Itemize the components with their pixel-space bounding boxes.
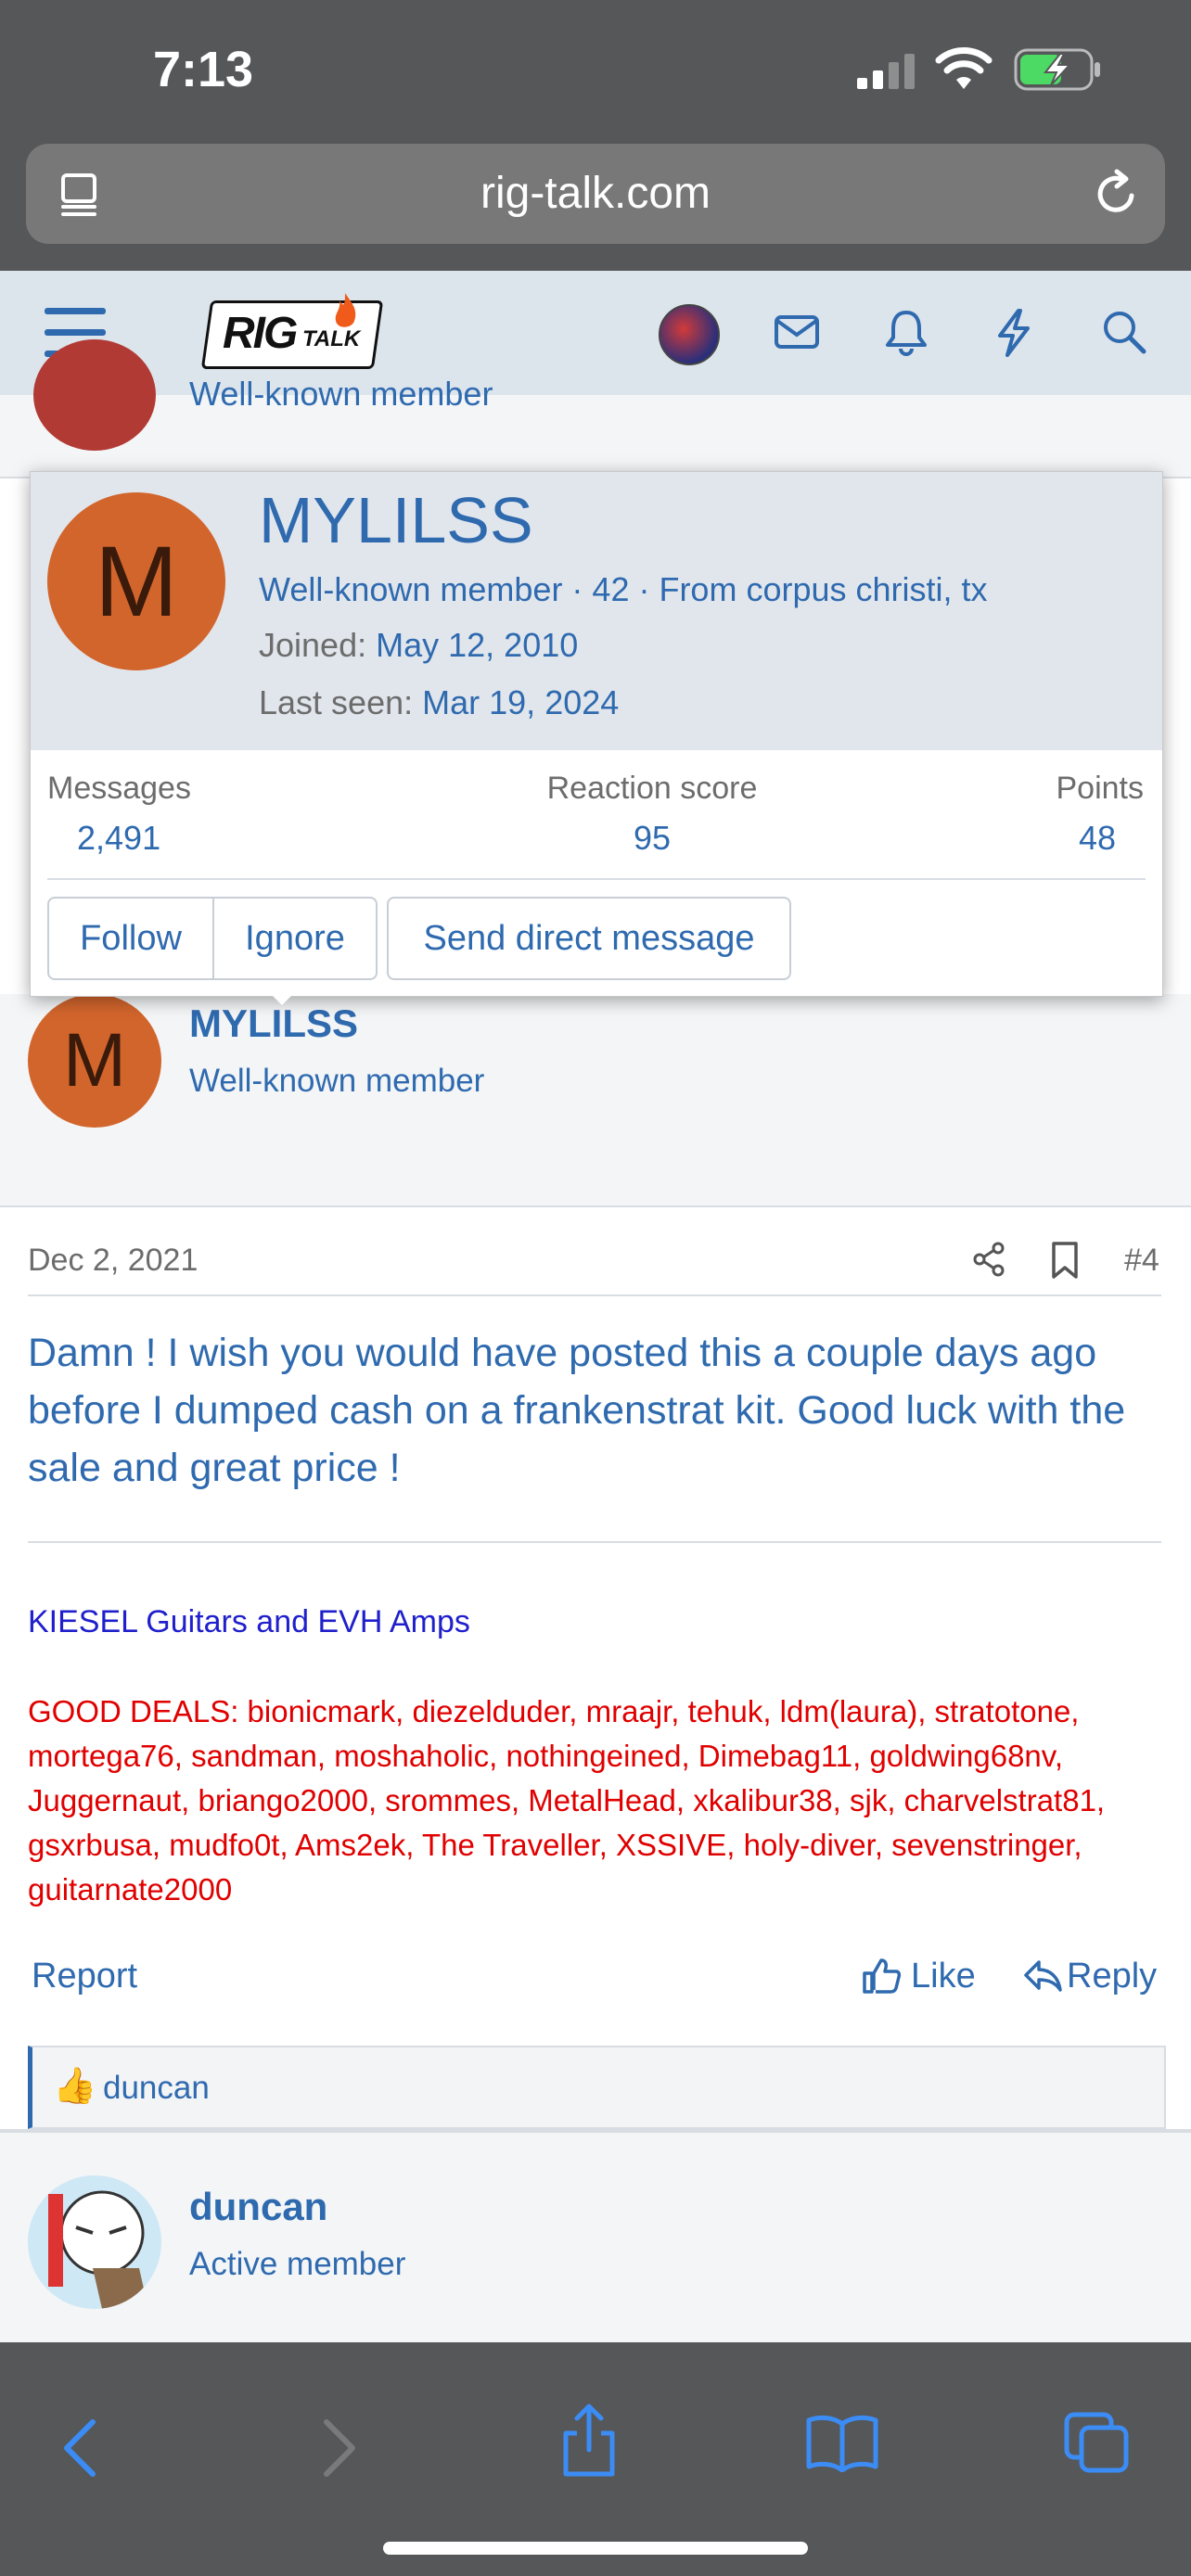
search-icon[interactable]: [1100, 308, 1148, 356]
share-sheet-icon[interactable]: [557, 2402, 621, 2480]
site-navbar: RIG TALK: [0, 271, 1191, 397]
member-tooltip-card: M MYLILSS Well-known member · 42 · From …: [30, 471, 1163, 997]
mail-icon[interactable]: [774, 312, 820, 352]
logo-text: RIG: [223, 309, 298, 358]
wifi-icon: [935, 47, 992, 89]
send-direct-message-button[interactable]: Send direct message: [387, 897, 791, 980]
like-reaction-icon: 👍: [53, 2067, 97, 2106]
follow-button[interactable]: Follow: [49, 899, 214, 978]
bell-icon[interactable]: [883, 308, 929, 356]
member-card-last-seen: Last seen: Mar 19, 2024: [259, 683, 619, 722]
previous-post-header: Well-known member: [0, 339, 1191, 478]
member-card-pointer: [262, 985, 302, 1005]
stat-points-label: Points: [1056, 771, 1145, 806]
joined-value: May 12, 2010: [376, 626, 579, 664]
report-link[interactable]: Report: [32, 1957, 137, 1996]
post-number[interactable]: #4: [1124, 1243, 1159, 1279]
member-card-avatar[interactable]: M: [47, 492, 225, 670]
reactions-bar[interactable]: 👍 duncan: [28, 2046, 1166, 2129]
browser-toolbar: [0, 2342, 1191, 2576]
member-card-header: M MYLILSS Well-known member · 42 · From …: [31, 472, 1162, 750]
tabs-icon[interactable]: [1061, 2409, 1132, 2476]
ignore-button[interactable]: Ignore: [214, 899, 376, 978]
post-author-role: Well-known member: [189, 1063, 485, 1099]
next-author-role: Active member: [189, 2246, 406, 2282]
bookmark-icon[interactable]: [1048, 1241, 1082, 1280]
url-text[interactable]: rig-talk.com: [26, 144, 1165, 244]
reply-label: Reply: [1067, 1957, 1158, 1996]
last-seen-label: Last seen:: [259, 683, 414, 721]
reload-icon[interactable]: [1091, 168, 1143, 220]
next-author-name[interactable]: duncan: [189, 2185, 327, 2229]
status-bar: 7:13: [0, 0, 1191, 144]
post-body: Damn ! I wish you would have posted this…: [28, 1331, 1126, 1490]
signature-good-deals: GOOD DEALS: bionicmark, diezelduder, mra…: [28, 1694, 1106, 1906]
next-post-header: duncan Active member: [0, 2129, 1191, 2346]
thumbs-up-icon: [863, 1958, 902, 1994]
rage-face-icon: [48, 2190, 148, 2309]
site-logo[interactable]: RIG TALK: [200, 291, 384, 376]
status-time: 7:13: [153, 42, 254, 97]
back-chevron-icon[interactable]: [59, 2417, 100, 2480]
stat-reaction-label: Reaction score: [546, 771, 758, 806]
member-card-username[interactable]: MYLILSS: [259, 483, 533, 557]
member-card-meta: Well-known member · 42 · From corpus chr…: [259, 570, 988, 608]
flame-icon: [335, 293, 356, 327]
reaction-user[interactable]: duncan: [103, 2070, 210, 2107]
post-author-name[interactable]: MYLILSS: [189, 1001, 358, 1046]
last-seen-value[interactable]: Mar 19, 2024: [422, 683, 619, 721]
forward-chevron-icon[interactable]: [319, 2417, 360, 2480]
next-author-avatar[interactable]: [28, 2175, 161, 2309]
stat-reaction-value[interactable]: 95: [513, 819, 791, 858]
whats-new-bolt-icon[interactable]: [992, 308, 1035, 358]
post-content: Dec 2, 2021 #4 Damn ! I wish you would h…: [0, 1205, 1191, 2194]
follow-ignore-group: Follow Ignore: [47, 897, 378, 980]
member-card-joined: Joined: May 12, 2010: [259, 626, 578, 665]
reply-arrow-icon: [1024, 1960, 1062, 1992]
share-icon[interactable]: [970, 1241, 1007, 1278]
previous-role: Well-known member: [189, 375, 493, 413]
stat-points-value[interactable]: 48: [940, 819, 1116, 858]
stat-messages-label: Messages: [47, 771, 191, 806]
like-label: Like: [911, 1957, 976, 1996]
bookmarks-book-icon[interactable]: [805, 2413, 879, 2472]
user-avatar-small[interactable]: [659, 304, 720, 365]
address-bar[interactable]: rig-talk.com: [26, 144, 1165, 244]
cellular-signal-icon: [857, 54, 915, 89]
post-date[interactable]: Dec 2, 2021: [28, 1243, 198, 1279]
home-indicator: [383, 2542, 808, 2555]
joined-label: Joined:: [259, 626, 367, 664]
signature-brands: KIESEL Guitars and EVH Amps: [28, 1604, 470, 1639]
post-author-avatar[interactable]: M: [28, 994, 161, 1128]
battery-charging-icon: [1014, 48, 1100, 91]
previous-avatar: [33, 339, 156, 451]
stat-messages-value[interactable]: 2,491: [77, 819, 160, 858]
